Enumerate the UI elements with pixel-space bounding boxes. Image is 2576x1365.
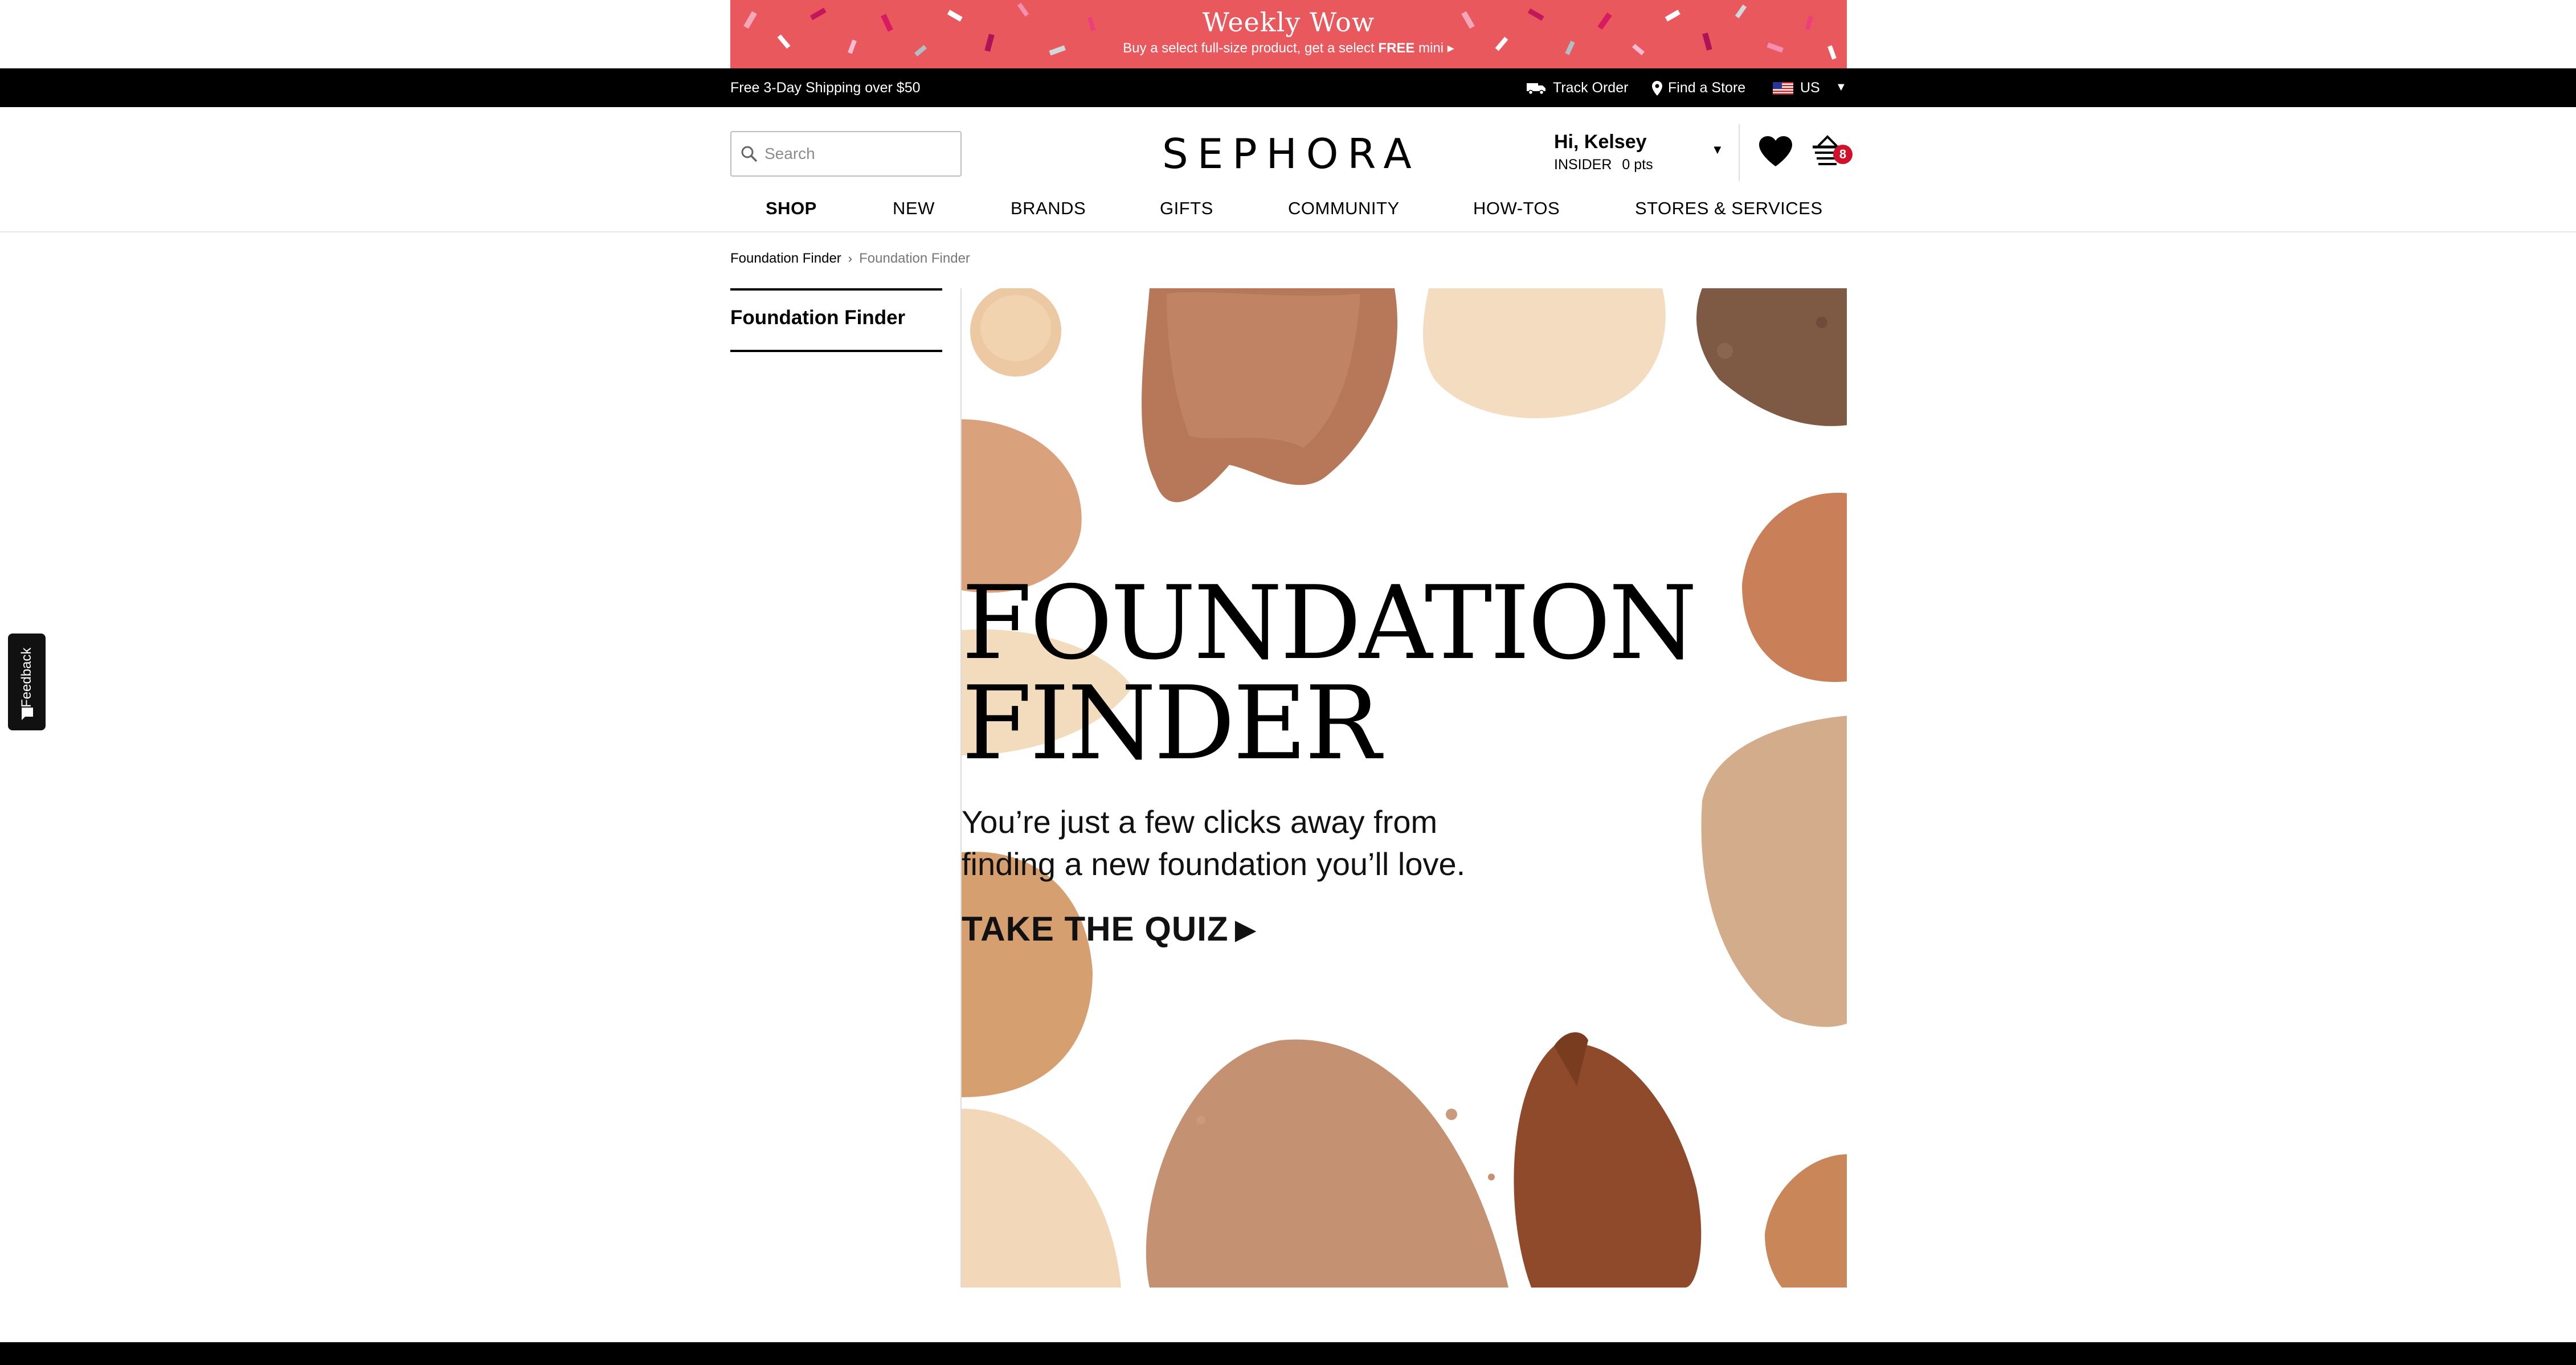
country-selector[interactable]: US bbox=[1773, 80, 1820, 96]
promo-banner[interactable]: Weekly Wow Buy a select full-size produc… bbox=[730, 0, 1847, 68]
hero-subtitle-line1: You’re just a few clicks away from bbox=[962, 804, 1438, 840]
heart-icon bbox=[1759, 136, 1792, 166]
nav-item-how-tos[interactable]: HOW-TOS bbox=[1473, 198, 1560, 219]
sephora-logo[interactable]: SEPHORA bbox=[1162, 130, 1413, 178]
basket-count-badge: 8 bbox=[1833, 145, 1853, 164]
hero-subtitle-line2: finding a new foundation you’ll love. bbox=[962, 846, 1466, 882]
nav-item-community[interactable]: COMMUNITY bbox=[1288, 198, 1400, 219]
account-menu[interactable]: Hi, Kelsey INSIDER 0 pts bbox=[1554, 131, 1653, 173]
nav-item-brands[interactable]: BRANDS bbox=[1011, 198, 1086, 219]
account-tier: INSIDER 0 pts bbox=[1554, 157, 1653, 173]
search-input[interactable] bbox=[764, 145, 952, 163]
take-quiz-button[interactable]: TAKE THE QUIZ ▶ bbox=[962, 909, 1847, 949]
take-quiz-label: TAKE THE QUIZ bbox=[962, 910, 1229, 948]
hero-subtitle: You’re just a few clicks away from findi… bbox=[962, 801, 1847, 885]
breadcrumb-current: Foundation Finder bbox=[859, 251, 970, 266]
nav-item-new[interactable]: NEW bbox=[893, 198, 935, 219]
feedback-label: Feedback bbox=[19, 647, 34, 708]
breadcrumb: Foundation Finder › Foundation Finder bbox=[730, 251, 970, 267]
sidenav-title[interactable]: Foundation Finder bbox=[730, 306, 905, 329]
feedback-tab[interactable]: Feedback bbox=[8, 634, 46, 730]
tier-label: INSIDER bbox=[1554, 157, 1612, 173]
top-utility-bar: Free 3-Day Shipping over $50 Track Order… bbox=[0, 68, 2576, 107]
header-divider bbox=[1739, 124, 1740, 181]
foundation-finder-hero[interactable]: FOUNDATION FINDER You’re just a few clic… bbox=[960, 288, 1847, 1288]
track-order-label: Track Order bbox=[1553, 80, 1629, 96]
search-icon bbox=[741, 146, 758, 162]
site-footer bbox=[0, 1342, 2576, 1365]
find-store-label: Find a Store bbox=[1668, 80, 1746, 96]
hero-title: FOUNDATION FINDER bbox=[962, 573, 1847, 774]
nav-item-stores-services[interactable]: STORES & SERVICES bbox=[1635, 198, 1823, 219]
account-dropdown-icon[interactable]: ▼ bbox=[1711, 142, 1724, 157]
points-label: 0 pts bbox=[1622, 157, 1653, 173]
promo-subtitle-bold: FREE bbox=[1378, 40, 1415, 56]
account-greeting: Hi, Kelsey bbox=[1554, 131, 1647, 153]
play-arrow-icon: ▶ bbox=[1235, 914, 1256, 944]
find-store-link[interactable]: Find a Store bbox=[1652, 80, 1745, 96]
chat-icon bbox=[22, 708, 33, 720]
hero-title-line2: FINDER bbox=[962, 664, 1381, 782]
nav-item-gifts[interactable]: GIFTS bbox=[1160, 198, 1213, 219]
promo-subtitle: Buy a select full-size product, get a se… bbox=[730, 40, 1847, 56]
promo-subtitle-text: Buy a select full-size product, get a se… bbox=[1123, 40, 1375, 56]
hero-title-line1: FOUNDATION bbox=[962, 564, 1697, 682]
promo-title: Weekly Wow bbox=[1202, 7, 1375, 38]
shipping-message[interactable]: Free 3-Day Shipping over $50 bbox=[730, 80, 921, 96]
breadcrumb-parent[interactable]: Foundation Finder bbox=[730, 251, 841, 267]
map-pin-icon bbox=[1652, 80, 1662, 96]
truck-icon bbox=[1527, 83, 1545, 95]
nav-item-shop[interactable]: SHOP bbox=[766, 198, 817, 219]
side-navigation: Foundation Finder bbox=[730, 288, 942, 352]
country-label: US bbox=[1800, 80, 1820, 96]
breadcrumb-separator-icon: › bbox=[848, 251, 853, 265]
promo-subtitle-end: mini bbox=[1418, 40, 1444, 56]
loves-button[interactable] bbox=[1758, 136, 1793, 170]
track-order-link[interactable]: Track Order bbox=[1527, 80, 1628, 96]
us-flag-icon bbox=[1773, 81, 1793, 95]
main-navigation: SHOP NEW BRANDS GIFTS COMMUNITY HOW-TOS … bbox=[730, 198, 1847, 227]
foundation-swatches-image bbox=[962, 288, 1847, 1288]
search-field[interactable] bbox=[730, 131, 962, 177]
site-header: SEPHORA Hi, Kelsey INSIDER 0 pts ▼ 8 SHOP… bbox=[0, 107, 2576, 232]
promo-arrow-icon: ▸ bbox=[1447, 40, 1454, 56]
chevron-down-icon[interactable]: ▼ bbox=[1835, 81, 1847, 94]
